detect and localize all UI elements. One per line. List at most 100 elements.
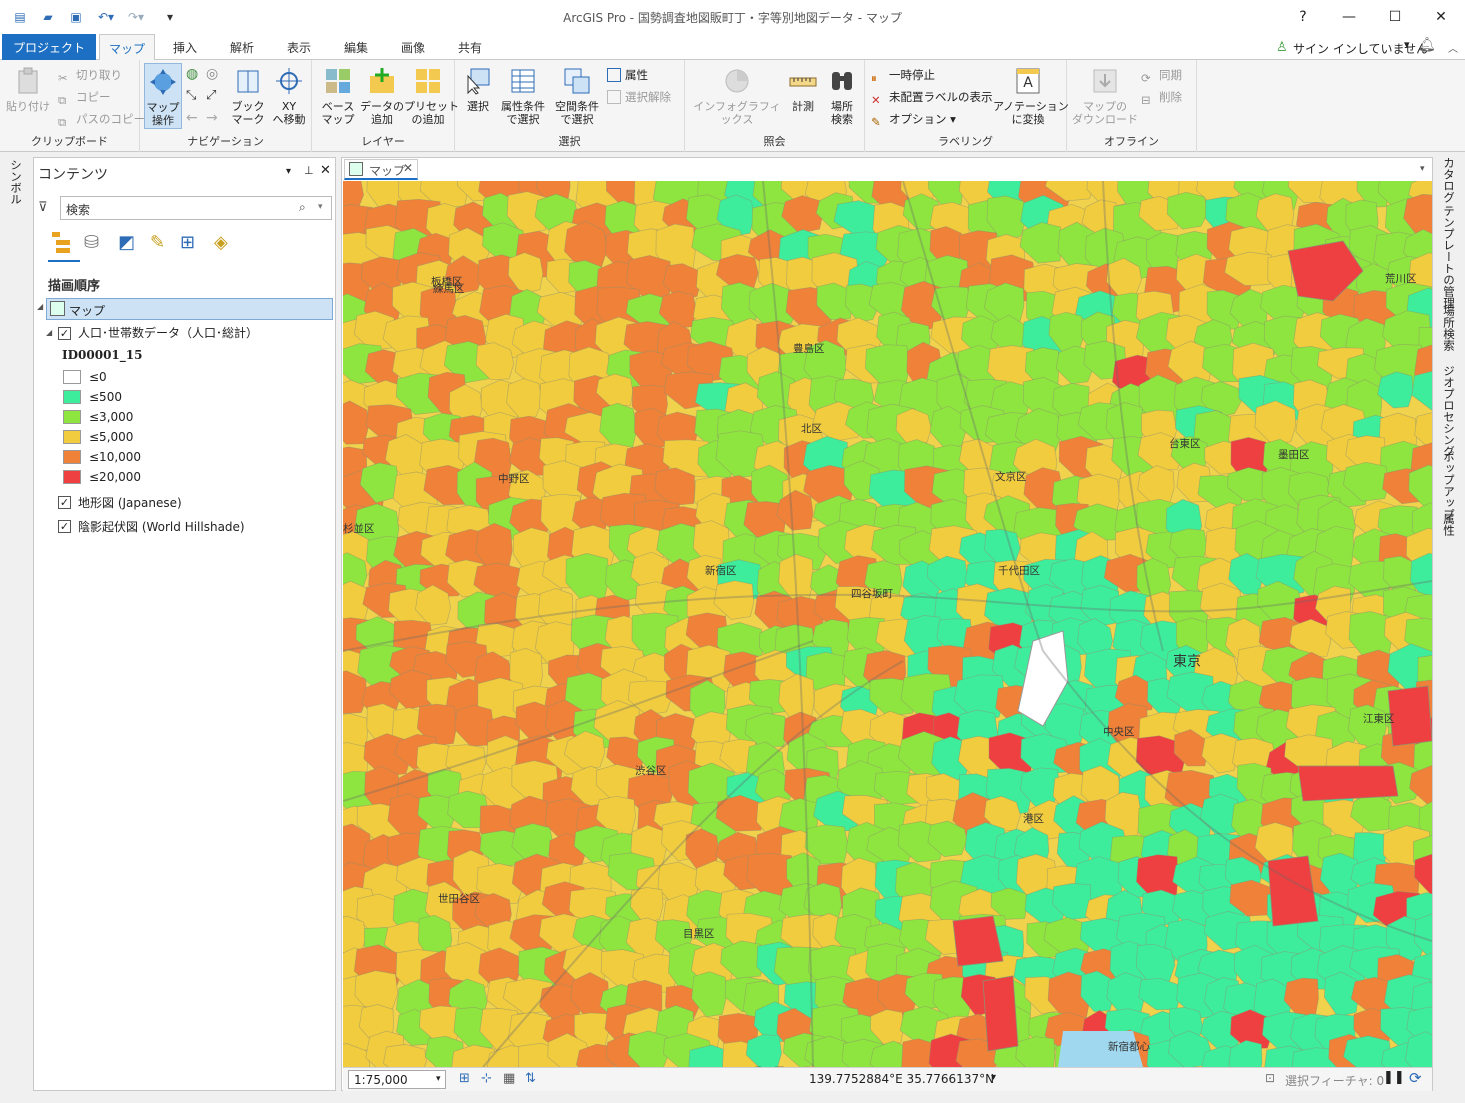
convert-annotation-button[interactable]: A アノテーション に変換 xyxy=(993,66,1069,126)
census-area-polygon[interactable] xyxy=(1411,370,1432,411)
attributes-tab[interactable]: 属性 xyxy=(1441,513,1457,536)
basemap1-name[interactable]: 地形図 (Japanese) xyxy=(78,494,182,511)
refresh-icon[interactable]: ⟳ xyxy=(1409,1069,1422,1087)
map-tree-item[interactable]: ◢ マップ xyxy=(37,298,333,320)
map-expander-icon[interactable]: ◢ xyxy=(37,302,43,311)
collapse-ribbon-icon[interactable]: ︿ xyxy=(1448,40,1458,55)
previous-extent-icon[interactable]: ← xyxy=(186,110,198,126)
tab-view[interactable]: 表示 xyxy=(277,34,321,60)
goto-xy-button[interactable]: XY へ移動 xyxy=(270,66,308,126)
grid-icon[interactable]: ⊞ xyxy=(459,1071,470,1086)
north-icon[interactable]: ⇅ xyxy=(525,1071,536,1086)
explore-button[interactable]: マップ 操作 xyxy=(144,63,182,129)
view-menu-icon[interactable]: ▾ xyxy=(1420,164,1425,174)
tab-analysis[interactable]: 解析 xyxy=(220,34,264,60)
popup-tab[interactable]: ポップアップ xyxy=(1441,451,1457,520)
data-source-view-icon[interactable]: ⛁ xyxy=(84,232,99,253)
tab-map[interactable]: マップ xyxy=(99,34,155,61)
infographics-button[interactable]: インフォグラフィックス xyxy=(689,66,785,126)
census-area-polygon[interactable] xyxy=(1377,371,1413,409)
catalog-tab[interactable]: カタログ xyxy=(1441,157,1457,203)
full-extent-icon[interactable]: ◍ xyxy=(186,66,198,82)
help-button[interactable]: ? xyxy=(1288,6,1318,28)
maximize-button[interactable]: ☐ xyxy=(1380,6,1410,28)
add-data-button[interactable]: データの 追加 xyxy=(360,66,404,126)
minimize-button[interactable]: — xyxy=(1334,6,1364,28)
copy-button[interactable]: ⧉ コピー xyxy=(58,88,111,107)
tab-project[interactable]: プロジェクト xyxy=(2,34,96,60)
zoom-out-fixed-icon[interactable]: ⤢ xyxy=(206,88,216,103)
attributes-button[interactable]: 属性 xyxy=(607,66,648,84)
geoprocessing-tab[interactable]: ジオプロセシング xyxy=(1441,365,1457,457)
choropleth-map[interactable] xyxy=(343,181,1432,1067)
pane-close-icon[interactable]: ✕ xyxy=(320,163,331,178)
pause-labeling-button[interactable]: ⏸ 一時停止 xyxy=(871,66,935,85)
selected-features-count[interactable]: 選択フィーチャ: 0 xyxy=(1285,1072,1384,1089)
pin-icon[interactable]: ⊥ xyxy=(304,164,314,177)
layer-expander-icon[interactable]: ◢ xyxy=(46,328,52,337)
next-extent-icon[interactable]: → xyxy=(206,110,218,126)
basemap-button[interactable]: ベース マップ xyxy=(316,66,360,126)
basemap2-name[interactable]: 陰影起伏図 (World Hillshade) xyxy=(78,518,245,535)
tab-share[interactable]: 共有 xyxy=(448,34,492,60)
remove-button[interactable]: ⊟ 削除 xyxy=(1141,88,1182,107)
search-icon[interactable]: ⌕ xyxy=(299,200,306,215)
notification-bell-icon[interactable]: 🔔︎ xyxy=(1418,37,1436,53)
map-tab-close-icon[interactable]: ✕ xyxy=(403,161,413,175)
scale-combobox[interactable]: 1:75,000 ▾ xyxy=(348,1070,446,1089)
coordinate-format-dropdown-icon[interactable]: ▾ xyxy=(991,1072,996,1083)
filter-icon[interactable]: ⊽ xyxy=(38,200,48,215)
search-input[interactable]: 検索 xyxy=(66,201,90,218)
census-area-polygon[interactable] xyxy=(1297,765,1399,802)
fixed-zoom-icon[interactable]: ◎ xyxy=(206,66,218,82)
unplaced-labels-button[interactable]: ✕ 未配置ラベルの表示 xyxy=(871,88,993,107)
census-area-polygon[interactable] xyxy=(343,915,367,954)
editing-view-icon[interactable]: ✎ xyxy=(150,232,165,253)
labeling-view-icon[interactable]: ◈ xyxy=(214,232,228,253)
census-area-polygon[interactable] xyxy=(1019,222,1062,264)
table-icon[interactable]: ▦ xyxy=(503,1071,515,1086)
map-view-tab[interactable]: マップ ✕ xyxy=(344,159,418,180)
pane-menu-icon[interactable]: ▾ xyxy=(286,166,291,177)
census-area-polygon[interactable] xyxy=(1015,1036,1056,1067)
symbology-tab[interactable]: シンボル xyxy=(8,159,24,205)
clear-selection-button[interactable]: 選択解除 xyxy=(607,88,671,106)
search-box[interactable]: 検索 ⌕ ▾ xyxy=(60,196,332,220)
copy-path-button[interactable]: ⧉ パスのコピー xyxy=(58,110,145,129)
basemap2-checkbox[interactable]: ✓ xyxy=(58,520,71,533)
layer-visibility-checkbox[interactable]: ✓ xyxy=(58,327,71,340)
census-area-polygon[interactable] xyxy=(1138,977,1181,1011)
search-dropdown-icon[interactable]: ▾ xyxy=(318,202,323,212)
select-button[interactable]: 選択 xyxy=(459,66,497,113)
selection-view-icon[interactable]: ◩ xyxy=(118,232,135,253)
locate-button[interactable]: 場所 検索 xyxy=(823,66,861,126)
signin-dropdown-icon[interactable]: ▾ xyxy=(1404,38,1410,51)
measure-button[interactable]: 計測 xyxy=(785,66,821,113)
layer-name[interactable]: 人口･世帯数データ（人口･総計） xyxy=(78,324,258,341)
manage-templates-tab[interactable]: テンプレートの管理 xyxy=(1441,205,1457,309)
scale-dropdown-icon[interactable]: ▾ xyxy=(436,1074,441,1084)
select-by-location-button[interactable]: 空間条件 で選択 xyxy=(551,66,603,126)
cut-button[interactable]: ✂ 切り取り xyxy=(58,66,122,85)
add-preset-button[interactable]: プリセット の追加 xyxy=(404,66,459,126)
basemap1-checkbox[interactable]: ✓ xyxy=(58,496,71,509)
locate-tab[interactable]: 場所検索 xyxy=(1441,305,1457,351)
tab-imagery[interactable]: 画像 xyxy=(391,34,435,60)
zoom-in-fixed-icon[interactable]: ⤡ xyxy=(186,88,196,103)
pause-drawing-icon[interactable]: ❚❚ xyxy=(1383,1070,1405,1085)
tab-insert[interactable]: 挿入 xyxy=(163,34,207,60)
label-options-button[interactable]: ✎ オプション ▾ xyxy=(871,110,956,129)
snapping-icon[interactable]: ⊹ xyxy=(481,1071,492,1086)
census-area-polygon[interactable] xyxy=(383,1044,427,1067)
tab-edit[interactable]: 編集 xyxy=(334,34,378,60)
draw-order-view-button[interactable] xyxy=(48,228,80,262)
map-canvas[interactable]: 板橋区 練馬区 荒川区 豊島区 北区 台東区 墨田区 中野区 文京区 杉並区 新宿区 千代田区 四谷坂町… xyxy=(343,181,1432,1067)
snapping-view-icon[interactable]: ⊞ xyxy=(180,232,195,253)
paste-button[interactable]: 貼り付け xyxy=(6,66,50,113)
close-button[interactable]: ✕ xyxy=(1426,6,1456,28)
sync-button[interactable]: ⟳ 同期 xyxy=(1141,66,1182,85)
census-area-polygon[interactable] xyxy=(1201,733,1239,774)
census-area-polygon[interactable] xyxy=(982,975,1019,1052)
download-map-button[interactable]: マップの ダウンロード xyxy=(1071,66,1139,126)
select-by-attribute-button[interactable]: 属性条件 で選択 xyxy=(497,66,549,126)
